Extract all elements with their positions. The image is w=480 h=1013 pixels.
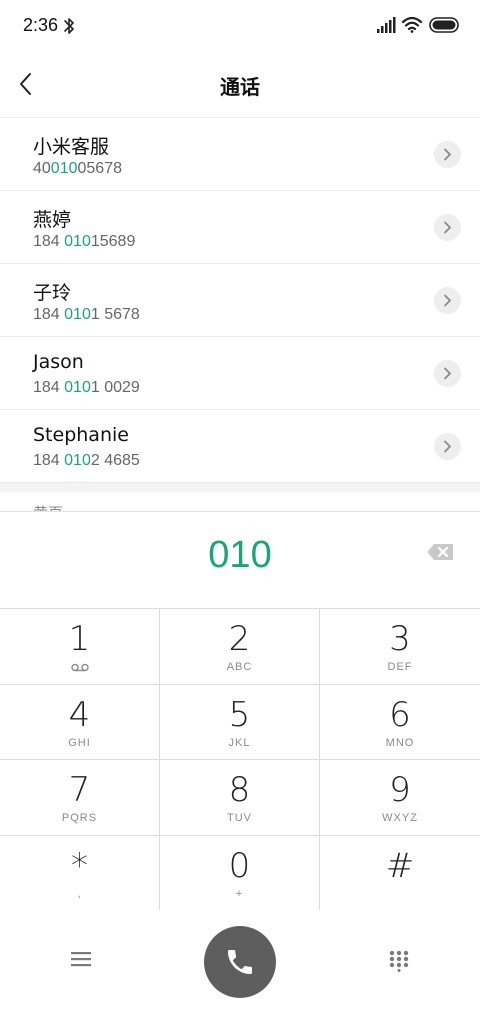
key-digit: 5: [228, 694, 251, 735]
chevron-right-icon: [444, 367, 451, 380]
voicemail-icon: [71, 663, 89, 672]
menu-icon[interactable]: [71, 951, 91, 967]
number-match-highlight: 010: [64, 306, 91, 323]
key-1[interactable]: 1: [0, 609, 160, 685]
key-0[interactable]: 0 +: [160, 835, 320, 911]
contact-row[interactable]: Stephanie 184 0102 4685: [0, 410, 480, 483]
key-digit: #: [385, 845, 415, 886]
key-letters: DEF: [387, 661, 413, 673]
chevron-right-icon: [444, 440, 451, 453]
key-2[interactable]: 2 ABC: [160, 609, 320, 685]
key-8[interactable]: 8 TUV: [160, 760, 320, 836]
contact-name: 小米客服: [33, 136, 110, 158]
key-7[interactable]: 7 PQRS: [0, 760, 160, 836]
key-letters: JKL: [228, 736, 251, 749]
contact-name: 燕婷: [33, 209, 72, 231]
key-9[interactable]: 9 WXYZ: [320, 760, 480, 836]
contact-number: 184 0102 4685: [33, 452, 140, 469]
contact-detail-button[interactable]: [434, 433, 461, 460]
chevron-right-icon: [444, 148, 451, 161]
key-letters: +: [235, 887, 244, 900]
bluetooth-icon: [64, 18, 74, 34]
number-match-highlight: 010: [64, 379, 91, 396]
dialed-number: 010: [208, 534, 272, 576]
key-letters: MNO: [385, 736, 415, 749]
contact-detail-button[interactable]: [434, 141, 461, 168]
contact-number: 184 01015689: [33, 233, 136, 250]
backspace-icon[interactable]: [427, 543, 454, 561]
key-digit: 2: [228, 619, 251, 659]
key-letters: ABC: [226, 661, 253, 673]
signal-icon: [377, 17, 396, 33]
key-digit: 1: [68, 619, 91, 659]
contact-detail-button[interactable]: [434, 360, 461, 387]
header: 通话: [0, 52, 480, 116]
key-digit: 7: [68, 770, 91, 810]
key-digit: 9: [389, 770, 411, 810]
chevron-right-icon: [444, 221, 451, 234]
status-time: 2:36: [23, 15, 59, 35]
key-letters: PQRS: [61, 812, 98, 824]
contact-row[interactable]: 子玲 184 0101 5678: [0, 264, 480, 337]
key-digit: 0: [228, 845, 251, 886]
number-match-highlight: 010: [50, 160, 78, 177]
contact-number: 184 0101 0029: [33, 379, 140, 396]
key-digit: *: [71, 845, 88, 886]
contact-row[interactable]: Jason 184 0101 0029: [0, 337, 480, 410]
key-letters: ,: [77, 887, 82, 900]
key-star[interactable]: * ,: [0, 835, 160, 911]
contact-row[interactable]: 小米客服 4001005678: [0, 118, 480, 191]
key-digit: 6: [389, 694, 411, 735]
contact-name: Stephanie: [33, 424, 129, 446]
section-separator: [0, 482, 480, 492]
key-hash[interactable]: #: [320, 835, 480, 911]
status-bar: 2:36: [0, 0, 480, 52]
number-match-highlight: 010: [64, 452, 91, 469]
key-digit: 8: [228, 770, 251, 810]
section-label: 黄页: [33, 502, 63, 511]
contact-list: 小米客服 4001005678 燕婷 184 01015689 子玲 184 0…: [0, 117, 480, 483]
keypad: 1 2 ABC 3 DEF 4 GHI 5 JKL 6 MNO 7 PQRS 8…: [0, 608, 480, 911]
page-title: 通话: [220, 75, 260, 99]
contact-detail-button[interactable]: [434, 287, 461, 314]
contact-detail-button[interactable]: [434, 214, 461, 241]
dialer-display: 010: [0, 511, 480, 608]
call-button[interactable]: [204, 926, 276, 998]
contact-number: 4001005678: [33, 160, 122, 177]
key-5[interactable]: 5 JKL: [160, 684, 320, 760]
key-digit: 4: [68, 694, 91, 735]
yellow-pages-section: 黄页: [0, 492, 480, 511]
key-letters: WXYZ: [382, 812, 418, 824]
chevron-right-icon: [444, 294, 451, 307]
battery-icon: [429, 17, 459, 33]
key-letters: GHI: [68, 736, 91, 749]
dialpad-icon[interactable]: [389, 950, 409, 972]
key-letters: TUV: [227, 812, 252, 824]
bottom-bar: [0, 910, 480, 1013]
phone-icon: [228, 950, 252, 974]
key-4[interactable]: 4 GHI: [0, 684, 160, 760]
key-digit: 3: [389, 619, 411, 659]
key-3[interactable]: 3 DEF: [320, 609, 480, 685]
contact-name: Jason: [33, 351, 84, 373]
wifi-icon: [402, 16, 422, 33]
contact-number: 184 0101 5678: [33, 306, 140, 323]
key-6[interactable]: 6 MNO: [320, 684, 480, 760]
number-match-highlight: 010: [64, 233, 91, 250]
contact-row[interactable]: 燕婷 184 01015689: [0, 191, 480, 264]
contact-name: 子玲: [33, 282, 72, 304]
